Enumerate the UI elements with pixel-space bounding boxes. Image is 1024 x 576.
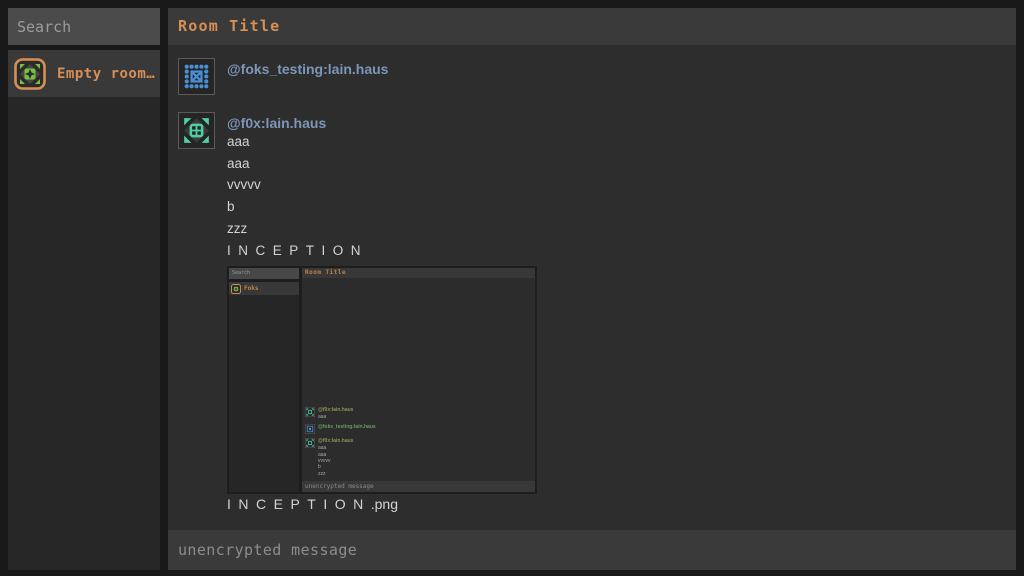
- mini-sender-name: @f0x:lain.haus: [318, 438, 353, 445]
- mini-chat-panel: Room Title: [302, 268, 535, 492]
- mini-room-avatar-icon: [231, 284, 241, 294]
- composer-input[interactable]: [178, 541, 1016, 559]
- message-list: @foks_testing:lain.haus: [168, 45, 1016, 530]
- message-line: aaa: [227, 153, 537, 175]
- room-list-empty-area: [8, 97, 160, 570]
- room-header: Room Title: [168, 8, 1016, 45]
- mini-message: @f0x:lain.haus aaa aaa vvvvv b zzz: [305, 438, 376, 477]
- mini-f0x-avatar-icon: [305, 438, 315, 448]
- f0x-avatar-icon[interactable]: [178, 112, 215, 149]
- attachment-filename[interactable]: INCEPTION.png: [227, 496, 537, 513]
- mini-message-list: @f0x:lain.haus aaa: [302, 278, 535, 481]
- mini-message: @foks_testing:lain.haus: [305, 424, 376, 434]
- composer: [168, 530, 1016, 570]
- attachment-filename-ext: .png: [371, 496, 398, 512]
- message: @f0x:lain.haus aaa aaa vvvvv b zzz INCEP…: [178, 112, 1016, 513]
- search-input[interactable]: [8, 8, 160, 45]
- room-list-item[interactable]: Empty room…: [8, 50, 160, 97]
- mini-room-list-item: Foks: [229, 282, 299, 295]
- mini-message: @f0x:lain.haus aaa: [305, 407, 376, 420]
- mini-room-title: Room Title: [302, 268, 535, 278]
- mini-f0x-avatar-icon: [305, 407, 315, 417]
- room-list-item-name: Empty room…: [57, 66, 155, 82]
- mini-sender-name: @foks_testing:lain.haus: [318, 424, 376, 431]
- sidebar: Empty room…: [8, 8, 160, 570]
- mini-search-input: Search: [229, 268, 299, 279]
- message-line: aaa: [227, 131, 537, 153]
- sender-name[interactable]: @f0x:lain.haus: [227, 115, 537, 131]
- room-title: Room Title: [178, 17, 280, 35]
- mini-sidebar: Search Foks: [229, 268, 299, 492]
- message-line: vvvvv: [227, 174, 537, 196]
- foks-testing-avatar-icon[interactable]: [178, 58, 215, 95]
- mini-room-name: Foks: [244, 285, 258, 292]
- message-line: zzz: [227, 218, 537, 240]
- message-line: INCEPTION: [227, 240, 537, 262]
- mini-foks-testing-avatar-icon: [305, 424, 315, 434]
- mini-message-line: zzz: [318, 471, 353, 477]
- image-attachment[interactable]: Search Foks: [227, 266, 537, 494]
- attachment-filename-base: INCEPTION: [227, 496, 371, 512]
- room-avatar-icon: [14, 58, 46, 90]
- sender-name[interactable]: @foks_testing:lain.haus: [227, 61, 388, 77]
- message: @foks_testing:lain.haus: [178, 58, 1016, 95]
- chat-panel: Room Title: [168, 8, 1016, 570]
- mini-message-line: aaa: [318, 414, 353, 420]
- mini-composer-input: unencrypted message: [302, 481, 535, 492]
- mini-sender-name: @f0x:lain.haus: [318, 407, 353, 414]
- message-line: b: [227, 196, 537, 218]
